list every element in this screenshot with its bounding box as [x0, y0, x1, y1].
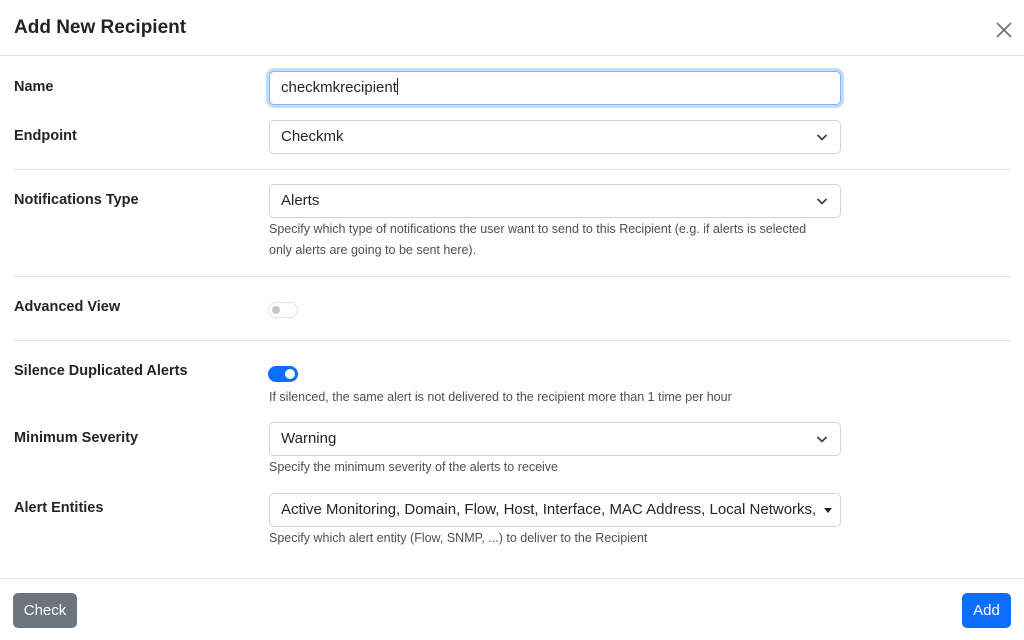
- minimum-severity-label: Minimum Severity: [14, 430, 139, 446]
- minimum-severity-help: Specify the minimum severity of the aler…: [269, 460, 559, 474]
- text-cursor: [396, 78, 398, 96]
- notifications-type-help-line: only alerts are going to be sent here).: [269, 243, 477, 257]
- alert-entities-multiselect[interactable]: Active Monitoring, Domain, Flow, Host, I…: [269, 493, 841, 527]
- close-icon[interactable]: [994, 20, 1014, 40]
- notifications-type-select[interactable]: Alerts: [269, 184, 841, 218]
- silence-duplicated-alerts-label: Silence Duplicated Alerts: [14, 363, 188, 379]
- add-button[interactable]: Add: [962, 593, 1011, 628]
- toggle-knob: [272, 306, 280, 314]
- name-input-value: checkmkrecipient: [281, 79, 397, 96]
- name-input[interactable]: checkmkrecipient: [269, 71, 841, 105]
- advanced-view-toggle[interactable]: [268, 302, 298, 318]
- endpoint-label: Endpoint: [14, 128, 77, 144]
- chevron-down-icon: [816, 198, 828, 205]
- minimum-severity-select-value: Warning: [281, 430, 337, 447]
- divider: [14, 276, 1011, 277]
- notifications-type-help-line: Specify which type of notifications the …: [269, 222, 807, 236]
- check-button[interactable]: Check: [13, 593, 77, 628]
- divider: [14, 340, 1011, 341]
- notifications-type-help: Specify which type of notifications the …: [269, 219, 849, 261]
- silence-duplicated-alerts-help: If silenced, the same alert is not deliv…: [269, 390, 732, 404]
- chevron-down-icon: [816, 134, 828, 141]
- divider: [14, 169, 1011, 170]
- minimum-severity-select[interactable]: Warning: [269, 422, 841, 456]
- dialog-header: Add New Recipient: [0, 0, 1024, 56]
- notifications-type-select-value: Alerts: [281, 192, 320, 209]
- advanced-view-label: Advanced View: [14, 299, 121, 315]
- toggle-knob: [285, 369, 295, 379]
- name-label: Name: [14, 79, 54, 95]
- dialog-title: Add New Recipient: [14, 17, 187, 38]
- endpoint-select-value: Checkmk: [281, 128, 344, 145]
- alert-entities-label: Alert Entities: [14, 500, 104, 516]
- dialog-footer: [0, 578, 1024, 640]
- silence-duplicated-alerts-toggle[interactable]: [268, 366, 298, 382]
- endpoint-select[interactable]: Checkmk: [269, 120, 841, 154]
- alert-entities-help: Specify which alert entity (Flow, SNMP, …: [269, 531, 648, 545]
- alert-entities-value: Active Monitoring, Domain, Flow, Host, I…: [281, 501, 817, 518]
- chevron-down-icon: [816, 436, 828, 443]
- notifications-type-label: Notifications Type: [14, 192, 139, 208]
- caret-down-icon: [824, 508, 832, 513]
